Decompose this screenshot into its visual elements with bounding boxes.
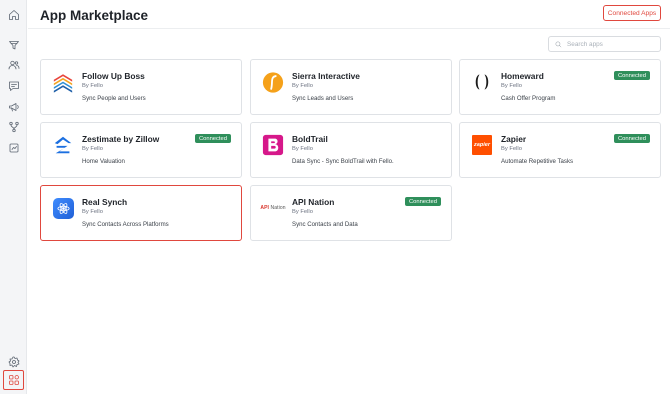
message-icon[interactable] (6, 78, 21, 93)
app-description: Sync Contacts Across Platforms (82, 221, 169, 228)
app-name: Real Synch (82, 197, 128, 207)
apps-icon[interactable] (3, 370, 24, 390)
connected-badge: Connected (613, 134, 650, 143)
app-description: Automate Repetitive Tasks (501, 158, 574, 165)
follow-up-boss-logo-icon (52, 71, 74, 93)
app-description: Home Valuation (82, 158, 125, 165)
app-name: Sierra Interactive (292, 71, 360, 81)
app-description: Sync Contacts and Data (292, 221, 358, 228)
app-author: By Fello (82, 83, 103, 89)
sidebar (0, 0, 27, 394)
app-name: Zapier (501, 134, 527, 144)
search-box[interactable] (548, 36, 661, 52)
app-card-boldtrail[interactable]: BoldTrail By Fello Data Sync - Sync Bold… (250, 122, 452, 178)
zillow-logo-icon (52, 134, 74, 156)
app-card-zestimate[interactable]: Zestimate by Zillow By Fello Home Valuat… (40, 122, 242, 178)
app-author: By Fello (82, 209, 103, 215)
app-name: Follow Up Boss (82, 71, 145, 81)
app-description: Sync People and Users (82, 95, 146, 102)
workflow-icon[interactable] (6, 119, 21, 134)
app-name: API Nation (292, 197, 335, 207)
app-card-api-nation[interactable]: API Nation API Nation By Fello Sync Cont… (250, 185, 452, 241)
app-card-homeward[interactable]: Homeward By Fello Cash Offer Program Con… (459, 59, 661, 115)
app-card-follow-up-boss[interactable]: Follow Up Boss By Fello Sync People and … (40, 59, 242, 115)
app-author: By Fello (292, 146, 313, 152)
app-author: By Fello (292, 209, 313, 215)
connected-badge: Connected (194, 134, 231, 143)
header-divider (28, 28, 670, 29)
app-card-real-synch[interactable]: Real Synch By Fello Sync Contacts Across… (40, 185, 242, 241)
app-name: BoldTrail (292, 134, 328, 144)
homeward-logo-icon (471, 71, 493, 93)
settings-icon[interactable] (6, 354, 21, 369)
app-author: By Fello (82, 146, 103, 152)
app-author: By Fello (501, 83, 522, 89)
connected-badge: Connected (404, 197, 441, 206)
app-author: By Fello (501, 146, 522, 152)
app-description: Sync Leads and Users (292, 95, 354, 102)
report-icon[interactable] (6, 140, 21, 155)
app-name: Homeward (501, 71, 544, 81)
search-input[interactable] (567, 40, 657, 48)
real-synch-logo-icon (52, 197, 74, 219)
connected-apps-button[interactable]: Connected Apps (603, 5, 661, 21)
search-icon (555, 41, 562, 47)
funnel-icon[interactable] (6, 37, 21, 52)
app-description: Data Sync - Sync BoldTrail with Fello. (292, 158, 394, 165)
megaphone-icon[interactable] (6, 99, 21, 114)
api-nation-logo-icon: API Nation (260, 205, 286, 211)
sierra-interactive-logo-icon (262, 71, 284, 93)
app-author: By Fello (292, 83, 313, 89)
app-name: Zestimate by Zillow (82, 134, 160, 144)
page-title: App Marketplace (40, 8, 149, 23)
app-card-sierra-interactive[interactable]: Sierra Interactive By Fello Sync Leads a… (250, 59, 452, 115)
connected-badge: Connected (613, 71, 650, 80)
app-card-zapier[interactable]: zapier Zapier By Fello Automate Repetiti… (459, 122, 661, 178)
users-icon[interactable] (6, 57, 21, 72)
home-icon[interactable] (6, 7, 21, 22)
zapier-logo-icon: zapier (471, 134, 493, 156)
app-description: Cash Offer Program (501, 95, 556, 102)
boldtrail-logo-icon (262, 134, 284, 156)
